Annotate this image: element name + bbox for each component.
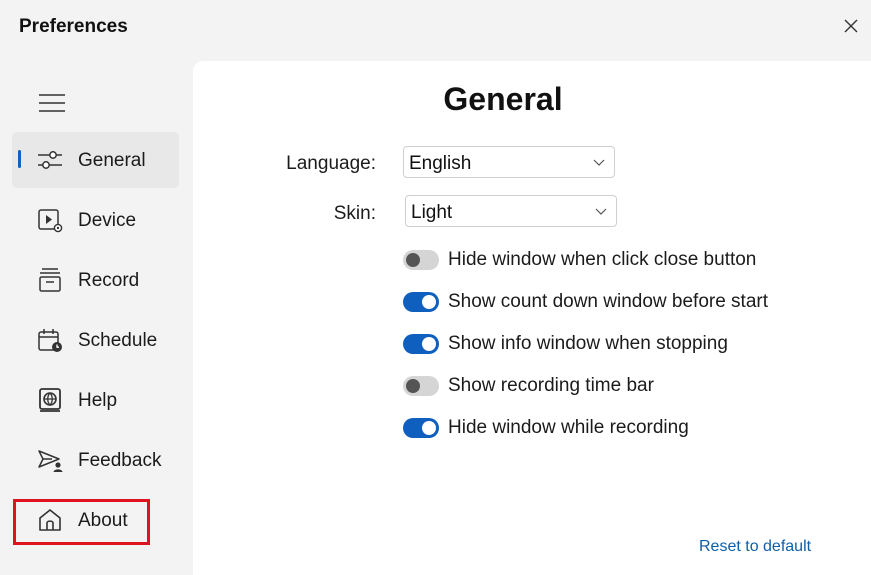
title-bar: Preferences bbox=[0, 0, 871, 56]
info-window-toggle[interactable] bbox=[403, 334, 439, 354]
sidebar-item-feedback[interactable]: Feedback bbox=[12, 432, 179, 488]
toggle-row[interactable]: Show recording time bar bbox=[403, 372, 654, 400]
toggle-knob bbox=[422, 421, 436, 435]
close-icon bbox=[844, 19, 858, 33]
time-bar-toggle[interactable] bbox=[403, 376, 439, 396]
hide-while-recording-toggle[interactable] bbox=[403, 418, 439, 438]
hamburger-icon bbox=[39, 94, 65, 112]
toggle-label: Hide window when click close button bbox=[448, 249, 757, 270]
help-globe-icon bbox=[36, 386, 64, 414]
toggle-label: Show count down window before start bbox=[448, 291, 769, 312]
toggle-row[interactable]: Show count down window before start bbox=[403, 288, 768, 316]
toggle-knob bbox=[422, 337, 436, 351]
preferences-window: Preferences General Device Record Schedu… bbox=[0, 0, 871, 575]
sidebar-item-label: About bbox=[78, 510, 128, 531]
toggle-knob bbox=[422, 295, 436, 309]
skin-select[interactable]: Light bbox=[405, 195, 617, 227]
settings-panel: General Language: English Skin: Light Hi… bbox=[193, 61, 871, 575]
toggle-knob bbox=[406, 379, 420, 393]
sidebar-item-schedule[interactable]: Schedule bbox=[12, 312, 179, 368]
record-tray-icon bbox=[36, 266, 64, 294]
home-icon bbox=[36, 506, 64, 534]
toggle-row[interactable]: Show info window when stopping bbox=[403, 330, 728, 358]
sidebar-item-label: Record bbox=[78, 270, 140, 291]
window-title: Preferences bbox=[19, 16, 128, 37]
active-indicator bbox=[18, 150, 21, 168]
language-select[interactable]: English bbox=[403, 146, 615, 178]
hide-on-close-toggle[interactable] bbox=[403, 250, 439, 270]
toggle-row[interactable]: Hide window when click close button bbox=[403, 246, 756, 274]
toggle-label: Hide window while recording bbox=[448, 417, 689, 438]
calendar-clock-icon bbox=[36, 326, 64, 354]
sliders-icon bbox=[36, 146, 64, 174]
menu-toggle-button[interactable] bbox=[38, 92, 66, 114]
sidebar-item-help[interactable]: Help bbox=[12, 372, 179, 428]
sidebar-item-label: Feedback bbox=[78, 450, 162, 471]
skin-value: Light bbox=[411, 202, 453, 223]
sidebar-item-label: Schedule bbox=[78, 330, 158, 351]
sidebar-item-general[interactable]: General bbox=[12, 132, 179, 188]
countdown-window-toggle[interactable] bbox=[403, 292, 439, 312]
page-title: General bbox=[443, 81, 563, 117]
language-label: Language: bbox=[286, 153, 376, 174]
sidebar-item-about[interactable]: About bbox=[12, 492, 179, 548]
toggle-label: Show info window when stopping bbox=[448, 333, 728, 354]
sidebar: General Device Record Schedule Help Feed… bbox=[0, 56, 193, 575]
sidebar-item-label: General bbox=[78, 150, 146, 171]
sidebar-item-record[interactable]: Record bbox=[12, 252, 179, 308]
toggle-row[interactable]: Hide window while recording bbox=[403, 414, 689, 442]
language-value: English bbox=[409, 153, 472, 174]
device-icon bbox=[36, 206, 64, 234]
skin-label: Skin: bbox=[333, 203, 376, 224]
sidebar-item-label: Device bbox=[78, 210, 137, 231]
close-button[interactable] bbox=[837, 12, 865, 40]
sidebar-item-device[interactable]: Device bbox=[12, 192, 179, 248]
toggle-knob bbox=[406, 253, 420, 267]
chevron-down-icon bbox=[595, 208, 607, 215]
toggle-label: Show recording time bar bbox=[448, 375, 654, 396]
feedback-send-icon bbox=[36, 446, 64, 474]
chevron-down-icon bbox=[593, 159, 605, 166]
sidebar-item-label: Help bbox=[78, 390, 118, 411]
reset-to-default-link[interactable]: Reset to default bbox=[699, 538, 811, 556]
